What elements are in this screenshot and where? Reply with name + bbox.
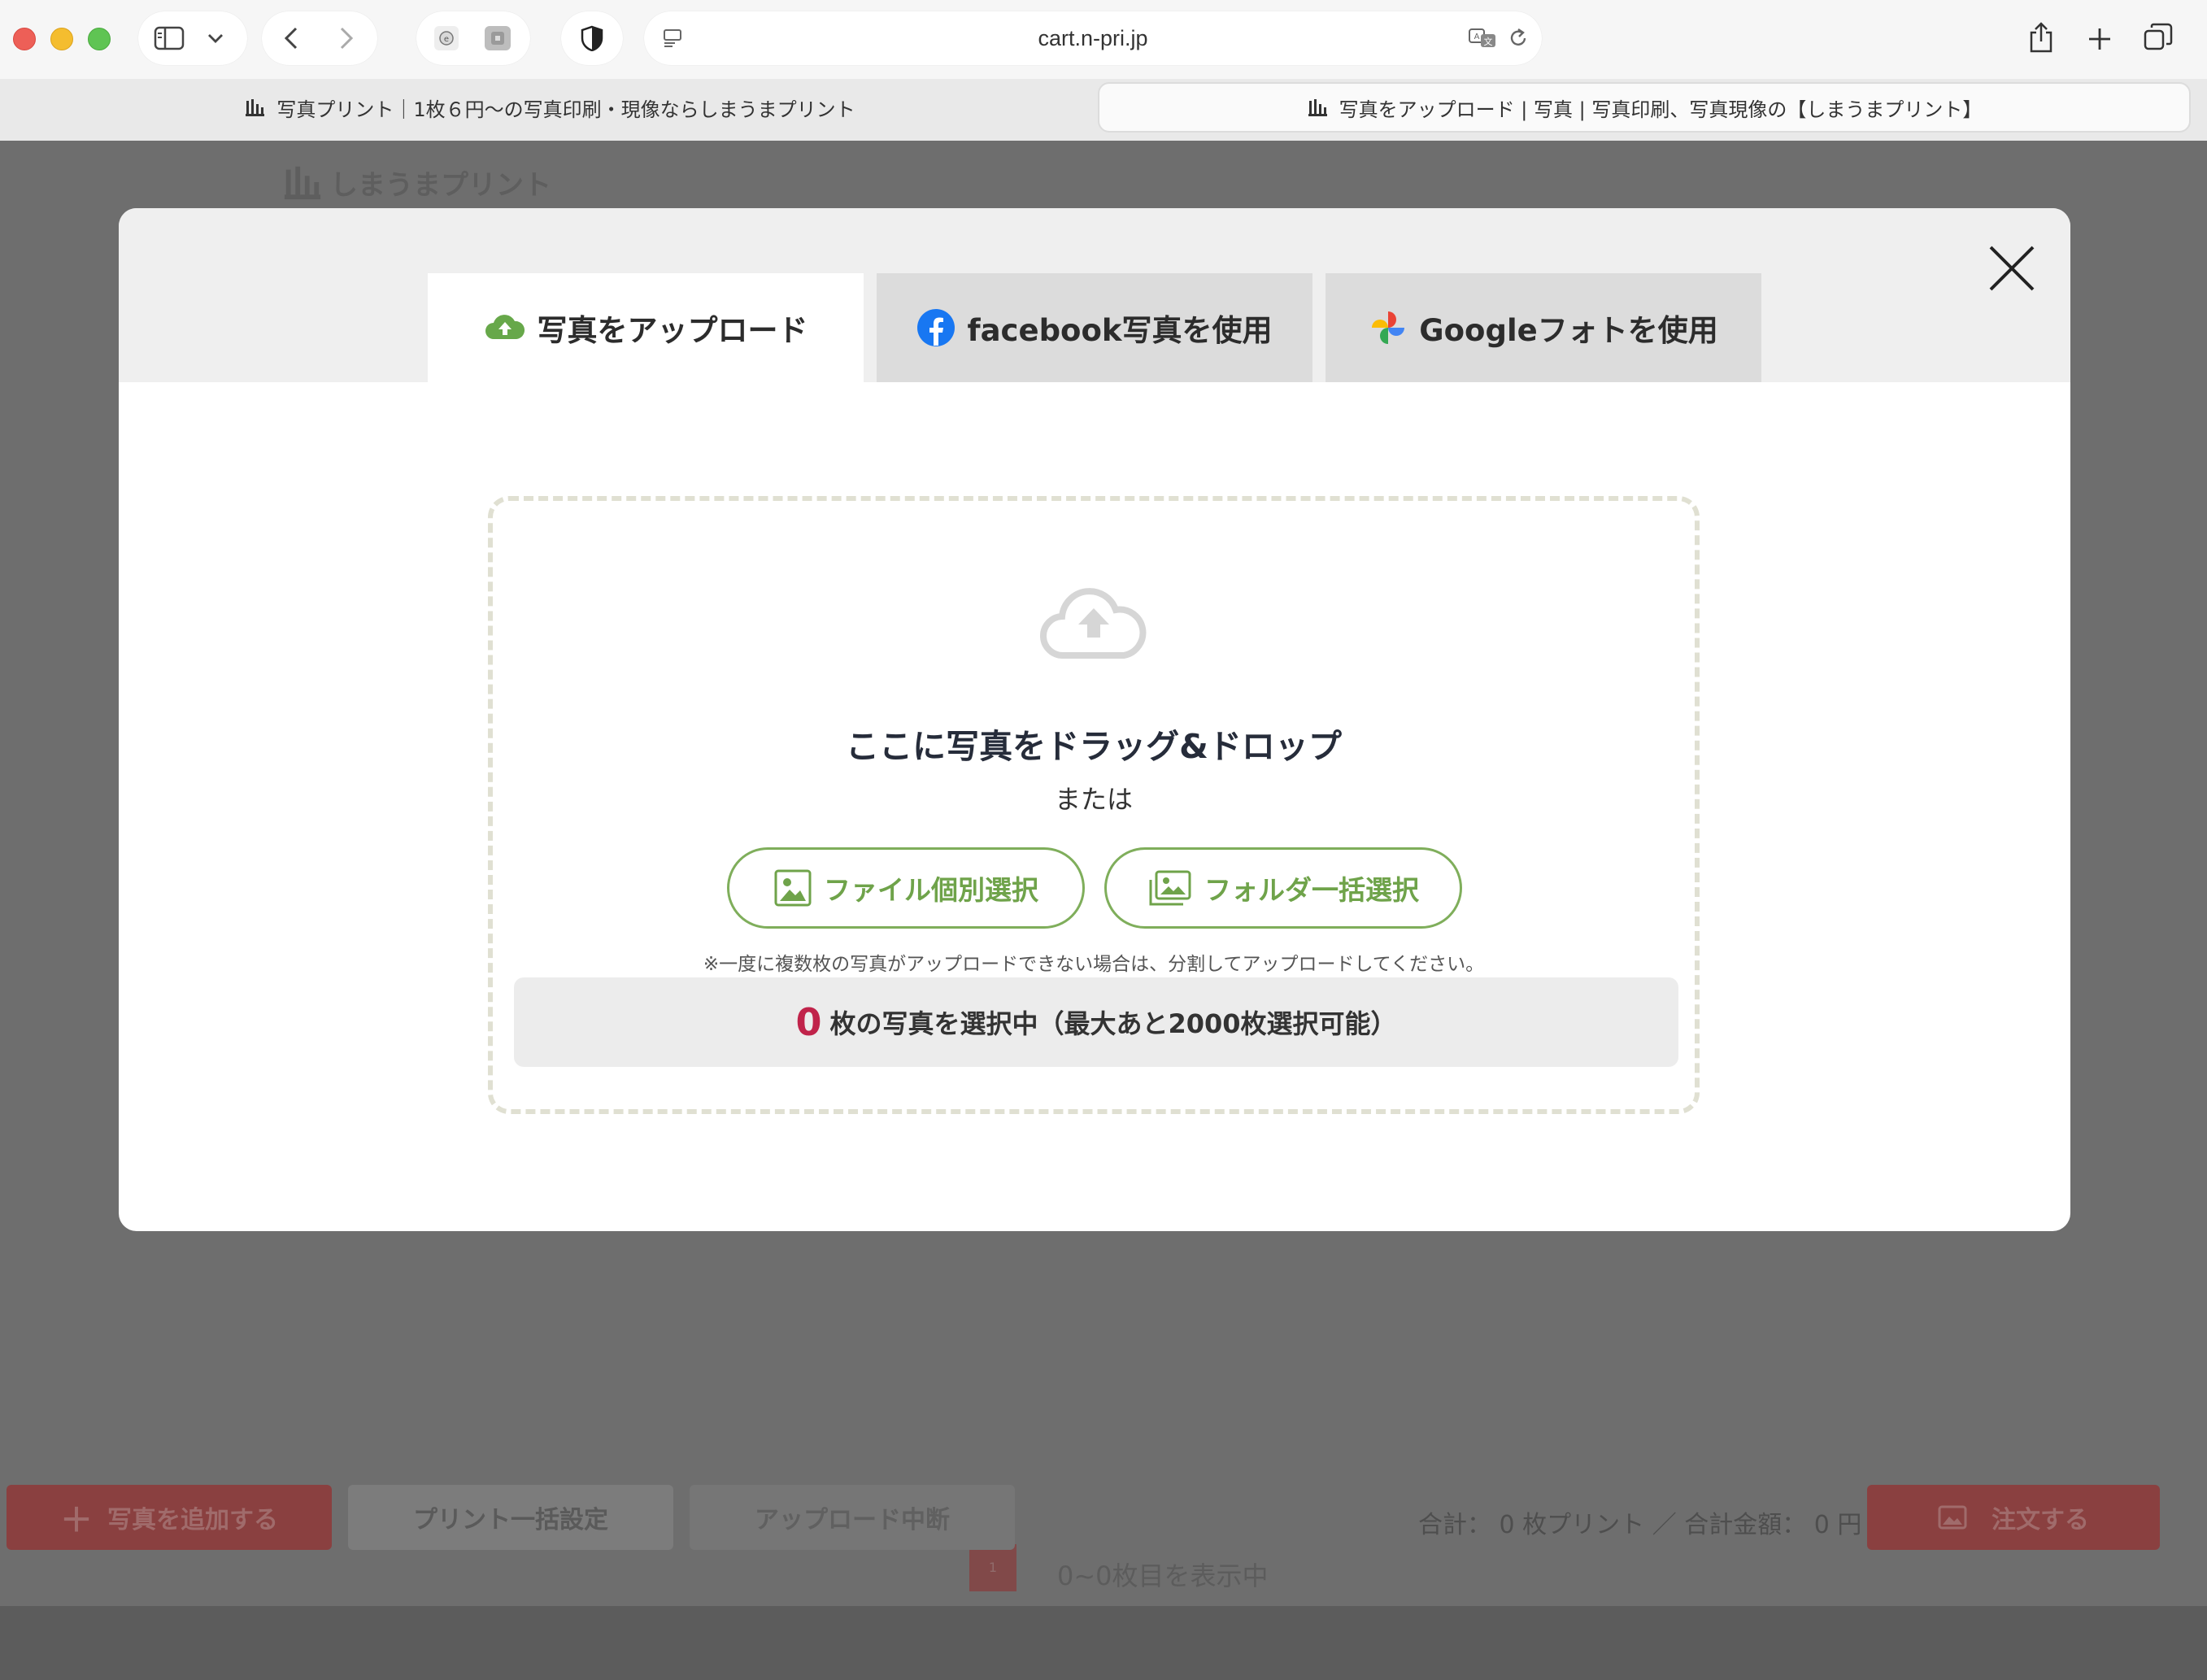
bulk-print-setting-button: プリント一括設定 [348, 1485, 673, 1550]
shield-icon [577, 24, 607, 52]
tab-title: 写真プリント｜1枚６円〜の写真印刷・現像ならしまうまプリント [276, 98, 855, 121]
upload-note: ※一度に複数枚の写真がアップロードできない場合は、分割してアップロードしてくださ… [703, 954, 1485, 975]
cloud-upload-icon [1039, 585, 1148, 664]
chevron-down-icon[interactable] [203, 28, 228, 49]
browser-tab-active[interactable]: 写真をアップロード | 写真 | 写真印刷、写真現像の【しまうまプリント】 [1098, 82, 2191, 133]
url-text: cart.n-pri.jp [1038, 26, 1148, 50]
upload-modal: 写真をアップロード facebook写真を使用 Googleフォトを使用 ここに… [119, 208, 2070, 1231]
bottom-bar [0, 1606, 2207, 1680]
svg-text:文: 文 [1484, 36, 1493, 47]
selected-count: 0 [795, 1000, 822, 1044]
dropzone-or-text: または [1054, 784, 1133, 815]
facebook-icon [916, 308, 955, 347]
select-files-button[interactable]: ファイル個別選択 [727, 847, 1085, 929]
site-logo: しまうまプリント [281, 162, 551, 202]
browser-tab[interactable]: 写真プリント｜1枚６円〜の写真印刷・現像ならしまうまプリント [13, 82, 1086, 133]
extension-icon[interactable]: e [434, 26, 459, 50]
google-photos-icon [1369, 308, 1408, 347]
selected-count-text: 枚の写真を選択中（最大あと2000枚選択可能） [829, 1008, 1397, 1039]
browser-chrome: e cart.n-pri.jp 文A 写真プリント｜1枚６円〜の写真印刷・現像な… [0, 0, 2207, 141]
svg-text:e: e [444, 35, 449, 44]
share-icon[interactable] [2025, 20, 2057, 55]
translate-icon[interactable]: 文A [1467, 24, 1500, 52]
browser-toolbar: e cart.n-pri.jp 文A [0, 0, 2207, 79]
favicon-icon [1307, 97, 1328, 118]
sidebar-icon[interactable] [153, 24, 185, 52]
stop-upload-button: アップロード中断 [690, 1485, 1015, 1550]
close-window-button[interactable] [13, 28, 36, 50]
tab-bar: 写真プリント｜1枚６円〜の写真印刷・現像ならしまうまプリント 写真をアップロード… [0, 79, 2207, 141]
tab-title: 写真をアップロード | 写真 | 写真印刷、写真現像の【しまうまプリント】 [1339, 98, 1983, 121]
extensions-group: e [416, 11, 530, 65]
address-bar[interactable]: cart.n-pri.jp 文A [644, 11, 1542, 65]
privacy-report-button[interactable] [561, 11, 623, 65]
back-arrow-icon[interactable] [276, 24, 306, 52]
new-tab-icon[interactable] [2083, 23, 2116, 55]
tab-facebook-photo[interactable]: facebook写真を使用 [877, 273, 1312, 382]
sidebar-toggle-group [138, 11, 247, 65]
tab-label: 写真をアップロード [537, 313, 808, 348]
tab-upload-photo[interactable]: 写真をアップロード [428, 273, 864, 382]
select-folder-label: フォルダ一括選択 [1204, 874, 1419, 906]
minimize-window-button[interactable] [50, 28, 73, 50]
logo-text: しまうまプリント [330, 168, 551, 202]
extension-icon[interactable] [485, 26, 511, 50]
images-icon [1147, 868, 1193, 907]
order-button: 注文する [1867, 1485, 2160, 1550]
favicon-icon [244, 97, 265, 118]
cloud-upload-icon [484, 313, 526, 342]
total-summary: 合計： 0 枚プリント ／ 合計金額： 0 円 [1418, 1511, 1862, 1539]
tab-label: Googleフォトを使用 [1419, 313, 1718, 348]
selected-count-bar: 0 枚の写真を選択中（最大あと2000枚選択可能） [514, 977, 1678, 1067]
forward-arrow-icon[interactable] [332, 24, 361, 52]
display-count: 0~0枚目を表示中 [1057, 1560, 1269, 1591]
svg-text:A: A [1474, 33, 1480, 41]
tab-overview-icon[interactable] [2142, 21, 2174, 54]
image-icon [773, 868, 812, 907]
photo-dropzone[interactable]: ここに写真をドラッグ&ドロップ または ファイル個別選択 フォルダ一括選択 ※一… [488, 496, 1700, 1114]
nav-buttons [262, 11, 377, 65]
close-icon[interactable] [1986, 242, 2038, 294]
image-icon [1938, 1505, 1967, 1530]
dropzone-title: ここに写真をドラッグ&ドロップ [846, 727, 1342, 766]
zoom-window-button[interactable] [88, 28, 111, 50]
pager-button: 1 [969, 1544, 1016, 1591]
tab-label: facebook写真を使用 [967, 313, 1273, 348]
select-folder-button[interactable]: フォルダ一括選択 [1104, 847, 1462, 929]
reload-icon[interactable] [1504, 24, 1532, 52]
add-photo-button: ＋写真を追加する [7, 1485, 332, 1550]
tab-google-photos[interactable]: Googleフォトを使用 [1326, 273, 1761, 382]
select-files-label: ファイル個別選択 [824, 874, 1038, 906]
